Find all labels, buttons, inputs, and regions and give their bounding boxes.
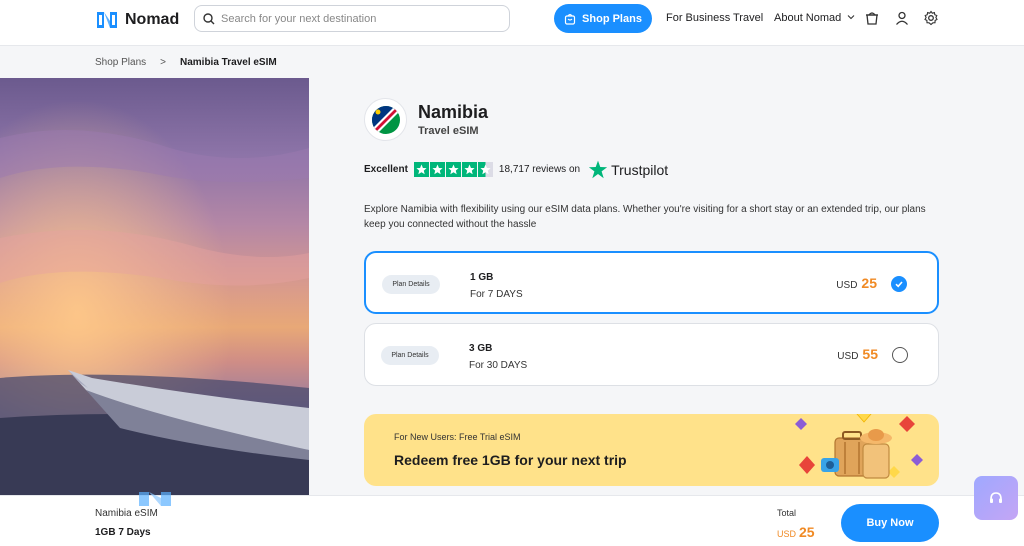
plan-data: 1 GB [470,272,494,283]
breadcrumb-current: Namibia Travel eSIM [180,57,277,68]
rating-word: Excellent [364,164,408,175]
star-icon [445,162,461,177]
shop-plans-label: Shop Plans [582,12,642,25]
half-star-icon [477,162,493,177]
plan-duration: For 30 DAYS [469,360,528,371]
checkout-bar: Namibia eSIM 1GB 7 Days Total USD 25 Buy… [0,492,1024,546]
page-title: Namibia [418,102,489,122]
namibia-flag-icon [371,105,400,134]
nomad-logo-icon [97,12,117,28]
plan-amount: 55 [862,346,878,362]
plan-currency: USD [837,351,859,362]
breadcrumb-separator: > [160,57,166,68]
free-trial-promo-banner[interactable]: For New Users: Free Trial eSIM Redeem fr… [364,414,939,486]
user-icon[interactable] [894,10,910,26]
trustpilot-star-icon [588,160,608,179]
support-chat-button[interactable] [974,476,1018,520]
review-count: 18,717 reviews on [498,164,581,175]
star-icon [461,162,477,177]
check-icon [895,281,903,288]
namibia-flag [364,98,407,141]
trustpilot-logo: Trustpilot [588,160,668,179]
buy-now-button[interactable]: Buy Now [841,504,939,542]
total-amount: 25 [799,524,815,540]
checkout-plan: 1GB 7 Days [95,527,151,538]
plan-currency: USD [836,280,858,291]
plan-duration: For 7 DAYS [470,289,523,300]
cart-icon[interactable] [864,10,880,26]
rating-stars [413,162,493,177]
plan-details-button[interactable]: Plan Details [381,346,439,365]
plan-radio[interactable] [892,347,908,363]
plan-data: 3 GB [469,343,493,354]
product-subtitle: Travel eSIM [418,125,479,137]
total-currency: USD [777,529,797,539]
star-icon [429,162,445,177]
search-input[interactable] [221,12,491,25]
total-price: USD 25 [777,524,815,540]
chevron-down-icon [847,15,855,20]
plan-price: USD 25 [836,275,877,291]
plan-radio-selected[interactable] [891,276,907,292]
star-icon [413,162,429,177]
total-label: Total [777,508,797,518]
nav-about-label: About Nomad [774,12,842,24]
product-description: Explore Namibia with flexibility using o… [364,204,926,230]
hero-sunset-image [0,78,309,508]
nomad-logo-icon [139,492,171,506]
nav-travel[interactable]: Travel [733,12,763,24]
trustpilot-rating[interactable]: Excellent 18,717 reviews on Trustpilot [364,160,668,179]
plan-details-button[interactable]: Plan Details [382,275,440,294]
nav-about[interactable]: About Nomad [774,12,855,24]
trustpilot-label: Trustpilot [611,161,669,178]
search-icon [203,12,215,24]
headset-icon [990,492,1002,503]
promo-label: For New Users: Free Trial eSIM [394,432,521,442]
promo-title: Redeem free 1GB for your next trip [394,452,627,468]
top-header: Nomad Shop Plans For Business Travel Abo… [0,0,1024,46]
search-box[interactable] [194,5,510,32]
plan-option-1gb[interactable]: Plan Details 1 GB For 7 DAYS USD 25 [364,251,939,314]
airplane-wing-illustration [0,78,309,508]
plan-price: USD 55 [837,346,878,362]
luggage-illustration [795,414,923,479]
shop-plans-button[interactable]: Shop Plans [554,4,652,33]
plan-option-3gb[interactable]: Plan Details 3 GB For 30 DAYS USD 55 [364,323,939,386]
nomad-logo[interactable]: Nomad [95,9,179,31]
gear-icon[interactable] [923,10,939,26]
logo-text: Nomad [125,11,180,28]
shop-icon [564,13,576,25]
plan-amount: 25 [861,275,877,291]
checkout-product-name: Namibia eSIM [95,508,158,519]
breadcrumb-shop-plans[interactable]: Shop Plans [95,57,146,68]
nav-for-business[interactable]: For Business [666,12,730,24]
breadcrumb: Shop Plans > Namibia Travel eSIM [95,57,277,68]
